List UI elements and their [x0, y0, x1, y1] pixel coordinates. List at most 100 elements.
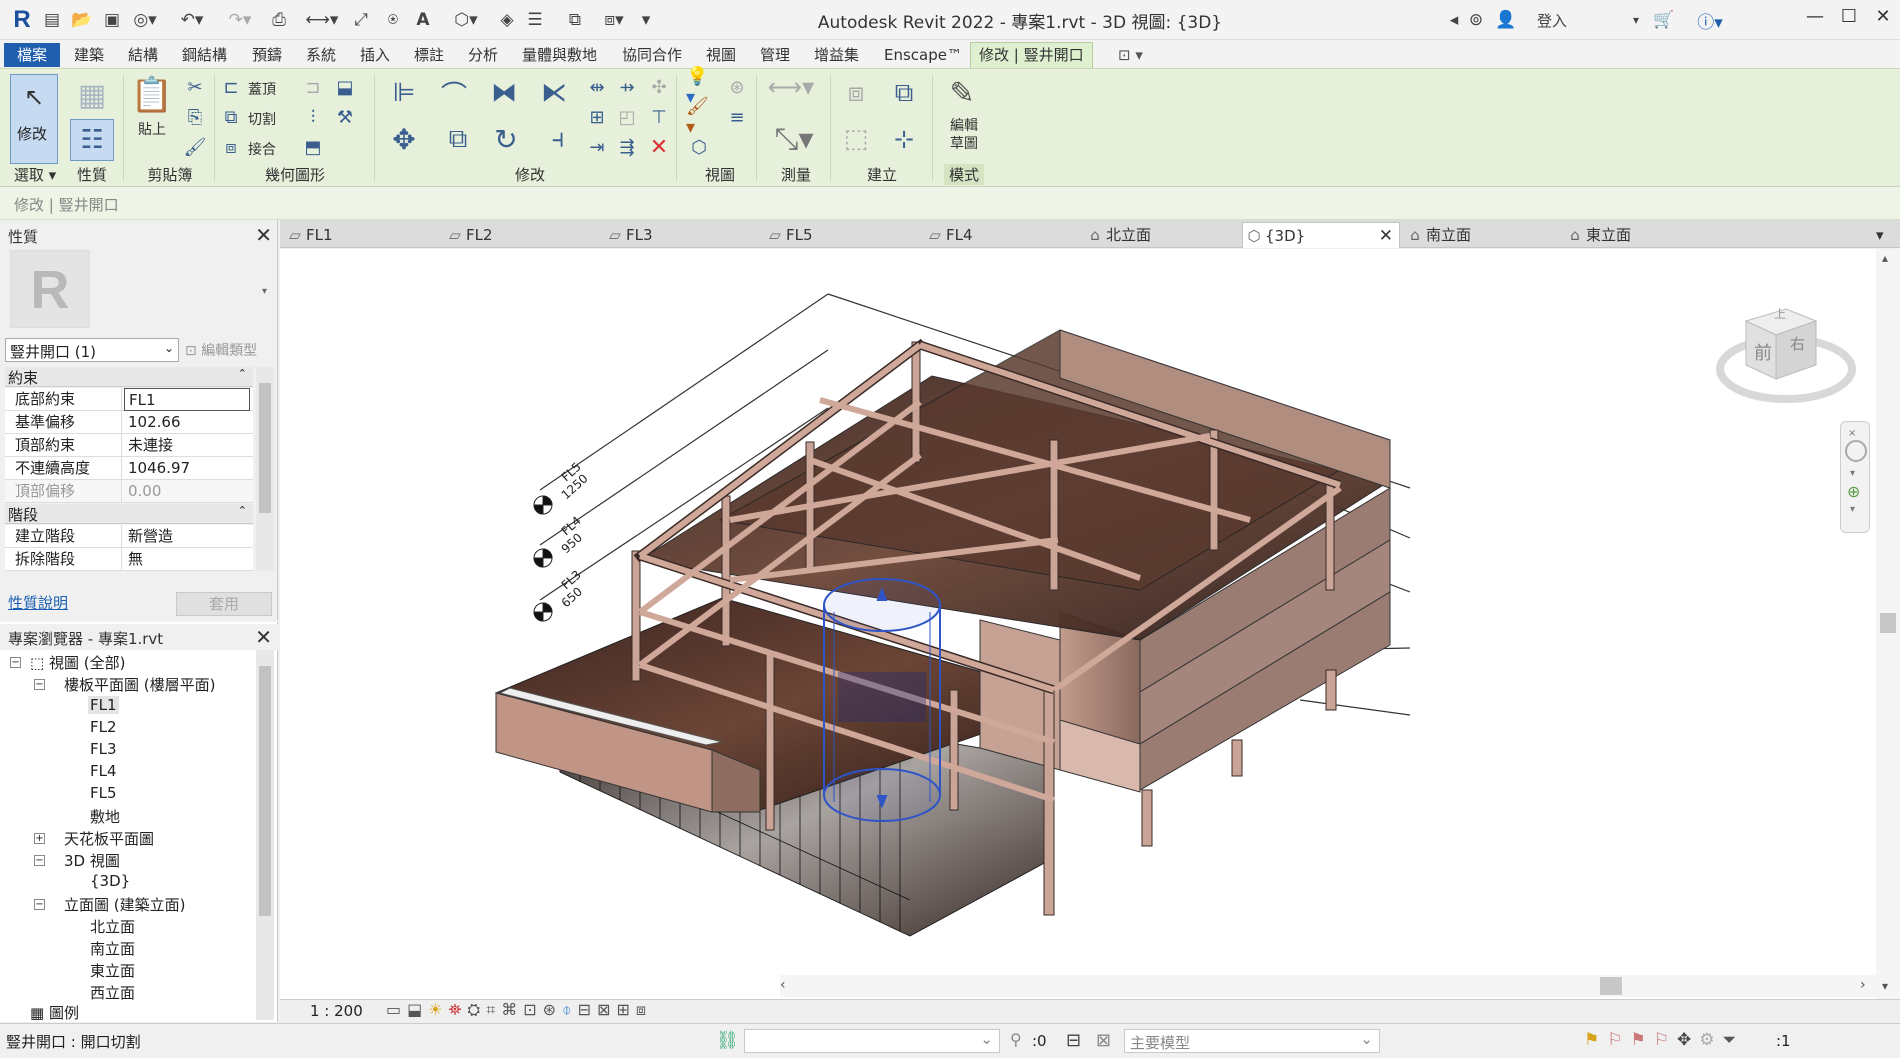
- view-tab-fl3[interactable]: ▱ FL3: [604, 222, 754, 248]
- close-icon[interactable]: ✕: [1866, 6, 1900, 34]
- worksets-icon[interactable]: ⛓: [716, 1030, 739, 1051]
- cope-icon[interactable]: ⊏: [218, 75, 244, 99]
- undo-icon[interactable]: ↶▾: [172, 8, 212, 32]
- scroll-right-icon[interactable]: ›: [1860, 977, 1866, 993]
- design-option-select[interactable]: 主要模型 ⌄: [1124, 1029, 1380, 1053]
- tree-item-west[interactable]: 西立面: [90, 982, 135, 1003]
- tab-steel[interactable]: 鋼結構: [174, 43, 235, 67]
- paint-icon[interactable]: ⬒: [300, 135, 326, 159]
- view-tab-south[interactable]: ⌂ 南立面: [1404, 222, 1554, 248]
- select-box-icon[interactable]: ⬡: [686, 135, 712, 159]
- tree-item-site[interactable]: 敷地: [90, 806, 120, 827]
- create-assembly-icon[interactable]: ⧈: [838, 75, 874, 111]
- tree-floor-plans[interactable]: 樓板平面圖 (樓層平面): [64, 674, 215, 695]
- wall-joins-icon[interactable]: ⊐: [300, 75, 326, 99]
- cope-label[interactable]: 蓋頂: [248, 79, 276, 99]
- section-icon[interactable]: ◈: [494, 8, 520, 32]
- tab-list-icon[interactable]: ▾: [1876, 222, 1896, 248]
- tab-structure[interactable]: 結構: [120, 43, 166, 67]
- split-face-icon[interactable]: ⫶: [300, 105, 326, 129]
- text-icon[interactable]: A: [410, 8, 436, 32]
- collapse-icon[interactable]: −: [34, 679, 45, 690]
- tab-modify-shaft-opening[interactable]: 修改 | 豎井開口: [970, 42, 1093, 68]
- panel-toggle-icon[interactable]: ⊡ ▾: [1110, 43, 1151, 67]
- demolish-icon[interactable]: ⚒: [332, 105, 358, 129]
- temp-view-icon[interactable]: ⊟: [578, 1000, 597, 1019]
- open-icon[interactable]: 📂: [70, 8, 94, 32]
- sun-path-icon[interactable]: ☀: [428, 1000, 448, 1019]
- close-hidden-icon[interactable]: ⧉: [562, 8, 588, 32]
- tree-views-all[interactable]: ⬚ 視圖 (全部): [30, 652, 125, 673]
- viewcube[interactable]: 前 右 上: [1716, 299, 1856, 419]
- user-icon[interactable]: 👤: [1494, 8, 1518, 32]
- match-type-icon[interactable]: 🖌: [182, 135, 208, 159]
- crop-icon[interactable]: ⌗: [486, 1000, 501, 1019]
- scroll-down-icon[interactable]: ▾: [1882, 979, 1888, 993]
- analytical-icon[interactable]: ⊠: [597, 1000, 616, 1019]
- thin-lines-icon[interactable]: ☰: [522, 8, 548, 32]
- tree-item-3d[interactable]: {3D}: [90, 872, 130, 890]
- tree-item-south[interactable]: 南立面: [90, 938, 135, 959]
- scale-icon[interactable]: ◰: [614, 105, 640, 129]
- apply-button[interactable]: 套用: [176, 592, 272, 616]
- chevron-down-icon[interactable]: ▾: [1850, 468, 1855, 479]
- create-group-icon[interactable]: ⬚: [838, 121, 874, 157]
- home-icon[interactable]: ▤: [40, 8, 64, 32]
- phase-created-input[interactable]: 新營造: [124, 525, 250, 548]
- reveal-hidden-icon[interactable]: ⌽: [562, 1000, 578, 1019]
- linework-icon[interactable]: 🖌▾: [686, 96, 712, 138]
- properties-help-link[interactable]: 性質說明: [8, 592, 68, 613]
- select-underlay-icon[interactable]: ⚐: [1607, 1030, 1630, 1050]
- copy-icon[interactable]: ⎘: [182, 105, 208, 129]
- constraints-icon[interactable]: ⧈: [636, 1000, 652, 1019]
- scroll-thumb[interactable]: [259, 666, 271, 916]
- tree-item-fl1[interactable]: FL1: [88, 696, 119, 714]
- scroll-thumb[interactable]: [259, 383, 271, 513]
- chevron-down-icon[interactable]: ▾: [1626, 8, 1646, 32]
- create-similar-icon[interactable]: ⊹: [886, 121, 922, 157]
- cart-icon[interactable]: 🛒: [1650, 8, 1678, 32]
- visual-style-icon[interactable]: ⬓: [407, 1000, 428, 1019]
- pin-icon[interactable]: ⊤: [646, 105, 672, 129]
- arrow-left-icon[interactable]: ◂: [1444, 8, 1464, 32]
- customize-qat-icon[interactable]: ▾: [636, 8, 656, 32]
- line-style-icon[interactable]: ≡: [724, 105, 750, 129]
- view-tab-east[interactable]: ⌂ 東立面: [1564, 222, 1714, 248]
- tree-ceiling-plans[interactable]: 天花板平面圖: [64, 828, 154, 849]
- tab-manage[interactable]: 管理: [752, 43, 798, 67]
- view-tab-fl1[interactable]: ▱ FL1: [284, 222, 434, 248]
- select-links-icon[interactable]: ⚑: [1584, 1030, 1607, 1050]
- unpin-icon[interactable]: ✣: [646, 75, 672, 99]
- properties-scrollbar[interactable]: [256, 367, 274, 571]
- phase-demolished-input[interactable]: 無: [124, 548, 250, 571]
- vertical-scrollbar[interactable]: ▴ ▾: [1876, 249, 1900, 999]
- tab-systems[interactable]: 系統: [298, 43, 344, 67]
- temp-hide-icon[interactable]: ⊛: [543, 1000, 562, 1019]
- view-tab-3d[interactable]: ⬡ {3D} ✕: [1242, 222, 1400, 248]
- shadows-icon[interactable]: ⛯: [449, 1000, 468, 1019]
- minimize-icon[interactable]: —: [1798, 6, 1832, 34]
- group-select[interactable]: 選取 ▾: [10, 164, 60, 185]
- move-icon[interactable]: ✥: [386, 121, 422, 157]
- rotate-icon[interactable]: ↻: [488, 121, 524, 157]
- show-crop-icon[interactable]: ⌘: [501, 1000, 523, 1019]
- view-control-icons[interactable]: ▭⬓☀⛯⛭⌗⌘⊡⊛⌽⊟⊠⊞⧈: [386, 1000, 652, 1020]
- tab-view[interactable]: 視圖: [698, 43, 744, 67]
- tree-item-fl3[interactable]: FL3: [90, 740, 117, 758]
- mirror-draw-axis-icon[interactable]: ⧔: [536, 75, 572, 111]
- view-tab-fl5[interactable]: ▱ FL5: [764, 222, 914, 248]
- scroll-thumb[interactable]: [1600, 977, 1622, 995]
- render-icon[interactable]: ⛭: [467, 1000, 486, 1019]
- tree-3d-views[interactable]: 3D 視圖: [64, 850, 120, 871]
- clipboard-paste-icon[interactable]: 📋: [131, 73, 173, 117]
- tab-enscape[interactable]: Enscape™: [876, 43, 970, 67]
- 3d-view-canvas[interactable]: FL5 1250 FL4 950 FL3 650 前 右 上 × ▾ ⊕ ▾ ‹…: [280, 249, 1876, 999]
- dimension-icon[interactable]: ⤢: [348, 8, 374, 32]
- tree-elevations[interactable]: 立面圖 (建築立面): [64, 894, 185, 915]
- tab-collaborate[interactable]: 協同合作: [614, 43, 690, 67]
- lock-3d-icon[interactable]: ⊡: [523, 1000, 542, 1019]
- cut-label[interactable]: 切割: [248, 109, 276, 129]
- top-constraint-input[interactable]: 未連接: [124, 434, 250, 457]
- override-graphics-icon[interactable]: ⊛: [724, 75, 750, 99]
- workset-select[interactable]: ⌄: [744, 1029, 1000, 1053]
